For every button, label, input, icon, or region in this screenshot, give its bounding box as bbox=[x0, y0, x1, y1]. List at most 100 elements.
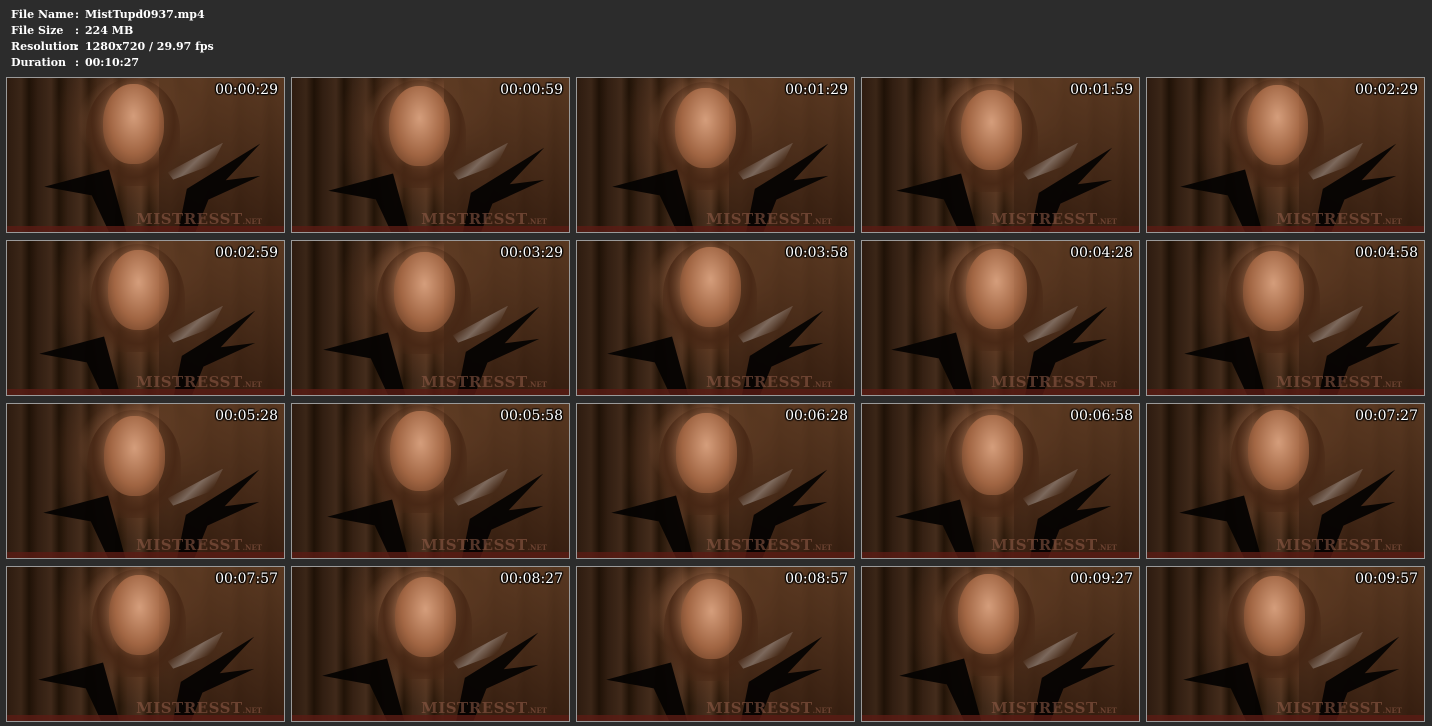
watermark-suffix: .NET bbox=[1097, 380, 1117, 389]
thumbnail-face bbox=[674, 88, 736, 169]
watermark-suffix: .NET bbox=[527, 217, 547, 226]
video-thumbnail[interactable]: MISTRESST.NET 00:01:59 bbox=[861, 77, 1140, 233]
video-thumbnail[interactable]: MISTRESST.NET 00:04:28 bbox=[861, 240, 1140, 396]
video-thumbnail[interactable]: MISTRESST.NET 00:09:57 bbox=[1146, 566, 1425, 722]
watermark-text: MISTRESST bbox=[991, 699, 1098, 717]
watermark-suffix: .NET bbox=[812, 217, 832, 226]
thumbnail-timestamp: 00:02:59 bbox=[215, 245, 278, 261]
watermark-suffix: .NET bbox=[1382, 543, 1402, 552]
watermark-logo: MISTRESST.NET bbox=[136, 210, 262, 228]
watermark-logo: MISTRESST.NET bbox=[706, 536, 832, 554]
watermark-text: MISTRESST bbox=[991, 210, 1098, 228]
watermark-suffix: .NET bbox=[1097, 543, 1117, 552]
resolution-value: 1280x720 / 29.97 fps bbox=[85, 40, 214, 53]
watermark-suffix: .NET bbox=[527, 706, 547, 715]
info-label: Duration bbox=[11, 56, 67, 69]
thumbnail-timestamp: 00:05:28 bbox=[215, 408, 278, 424]
watermark-logo: MISTRESST.NET bbox=[706, 210, 832, 228]
video-thumbnail[interactable]: MISTRESST.NET 00:05:28 bbox=[6, 403, 285, 559]
thumbnail-face bbox=[961, 415, 1023, 496]
video-thumbnail[interactable]: MISTRESST.NET 00:06:28 bbox=[576, 403, 855, 559]
watermark-suffix: .NET bbox=[242, 380, 262, 389]
thumbnail-face bbox=[393, 252, 455, 333]
thumbnail-timestamp: 00:07:27 bbox=[1355, 408, 1418, 424]
thumbnail-timestamp: 00:00:59 bbox=[500, 82, 563, 98]
watermark-text: MISTRESST bbox=[136, 536, 243, 554]
watermark-suffix: .NET bbox=[1382, 217, 1402, 226]
video-thumbnail[interactable]: MISTRESST.NET 00:05:58 bbox=[291, 403, 570, 559]
watermark-text: MISTRESST bbox=[421, 210, 528, 228]
thumbnail-face bbox=[680, 579, 742, 660]
watermark-suffix: .NET bbox=[527, 543, 547, 552]
watermark-text: MISTRESST bbox=[706, 373, 813, 391]
watermark-text: MISTRESST bbox=[991, 373, 1098, 391]
video-thumbnail[interactable]: MISTRESST.NET 00:06:58 bbox=[861, 403, 1140, 559]
thumbnail-timestamp: 00:05:58 bbox=[500, 408, 563, 424]
video-thumbnail[interactable]: MISTRESST.NET 00:02:59 bbox=[6, 240, 285, 396]
thumbnail-timestamp: 00:04:58 bbox=[1355, 245, 1418, 261]
video-thumbnail[interactable]: MISTRESST.NET 00:03:29 bbox=[291, 240, 570, 396]
thumbnail-face bbox=[102, 84, 164, 165]
info-label: File Name bbox=[11, 8, 74, 21]
thumbnail-face bbox=[965, 249, 1027, 330]
info-separator: : bbox=[75, 40, 80, 53]
thumbnail-timestamp: 00:01:59 bbox=[1070, 82, 1133, 98]
thumbnail-face bbox=[389, 411, 451, 492]
thumbnail-timestamp: 00:06:58 bbox=[1070, 408, 1133, 424]
watermark-suffix: .NET bbox=[242, 706, 262, 715]
video-thumbnail[interactable]: MISTRESST.NET 00:07:57 bbox=[6, 566, 285, 722]
watermark-suffix: .NET bbox=[1382, 380, 1402, 389]
watermark-suffix: .NET bbox=[812, 380, 832, 389]
video-thumbnail[interactable]: MISTRESST.NET 00:07:27 bbox=[1146, 403, 1425, 559]
video-thumbnail[interactable]: MISTRESST.NET 00:08:27 bbox=[291, 566, 570, 722]
thumbnail-timestamp: 00:03:29 bbox=[500, 245, 563, 261]
thumbnail-face bbox=[1246, 85, 1308, 166]
watermark-logo: MISTRESST.NET bbox=[136, 536, 262, 554]
watermark-logo: MISTRESST.NET bbox=[136, 373, 262, 391]
thumbnail-face bbox=[1242, 251, 1304, 332]
watermark-logo: MISTRESST.NET bbox=[421, 699, 547, 717]
video-thumbnail[interactable]: MISTRESST.NET 00:08:57 bbox=[576, 566, 855, 722]
video-thumbnail[interactable]: MISTRESST.NET 00:04:58 bbox=[1146, 240, 1425, 396]
watermark-text: MISTRESST bbox=[1276, 373, 1383, 391]
info-separator: : bbox=[75, 24, 80, 37]
video-thumbnail[interactable]: MISTRESST.NET 00:01:29 bbox=[576, 77, 855, 233]
watermark-logo: MISTRESST.NET bbox=[706, 373, 832, 391]
watermark-suffix: .NET bbox=[1097, 706, 1117, 715]
watermark-text: MISTRESST bbox=[136, 699, 243, 717]
watermark-suffix: .NET bbox=[242, 543, 262, 552]
watermark-logo: MISTRESST.NET bbox=[991, 210, 1117, 228]
watermark-logo: MISTRESST.NET bbox=[991, 699, 1117, 717]
watermark-suffix: .NET bbox=[242, 217, 262, 226]
thumbnail-timestamp: 00:09:27 bbox=[1070, 571, 1133, 587]
watermark-logo: MISTRESST.NET bbox=[706, 699, 832, 717]
duration-row: Duration : 00:10:27 bbox=[11, 55, 214, 71]
thumbnail-timestamp: 00:09:57 bbox=[1355, 571, 1418, 587]
video-thumbnail[interactable]: MISTRESST.NET 00:03:58 bbox=[576, 240, 855, 396]
watermark-text: MISTRESST bbox=[421, 373, 528, 391]
info-separator: : bbox=[75, 8, 80, 21]
video-thumbnail[interactable]: MISTRESST.NET 00:00:59 bbox=[291, 77, 570, 233]
duration-value: 00:10:27 bbox=[85, 56, 140, 69]
info-label: Resolution bbox=[11, 40, 78, 53]
video-thumbnail[interactable]: MISTRESST.NET 00:02:29 bbox=[1146, 77, 1425, 233]
watermark-text: MISTRESST bbox=[1276, 210, 1383, 228]
thumbnail-face bbox=[103, 416, 165, 497]
watermark-logo: MISTRESST.NET bbox=[1276, 699, 1402, 717]
thumbnail-timestamp: 00:06:28 bbox=[785, 408, 848, 424]
thumbnail-face bbox=[675, 413, 737, 494]
thumbnail-timestamp: 00:01:29 bbox=[785, 82, 848, 98]
watermark-text: MISTRESST bbox=[421, 699, 528, 717]
file-name-row: File Name : MistTupd0937.mp4 bbox=[11, 7, 214, 23]
watermark-suffix: .NET bbox=[527, 380, 547, 389]
thumbnail-face bbox=[960, 90, 1022, 171]
watermark-logo: MISTRESST.NET bbox=[1276, 373, 1402, 391]
thumbnail-timestamp: 00:07:57 bbox=[215, 571, 278, 587]
video-thumbnail[interactable]: MISTRESST.NET 00:09:27 bbox=[861, 566, 1140, 722]
thumbnail-face bbox=[108, 575, 170, 656]
file-info: File Name : MistTupd0937.mp4 File Size :… bbox=[11, 7, 214, 71]
video-thumbnail[interactable]: MISTRESST.NET 00:00:29 bbox=[6, 77, 285, 233]
thumbnail-timestamp: 00:08:27 bbox=[500, 571, 563, 587]
thumbnail-face bbox=[1247, 410, 1309, 491]
watermark-text: MISTRESST bbox=[1276, 699, 1383, 717]
